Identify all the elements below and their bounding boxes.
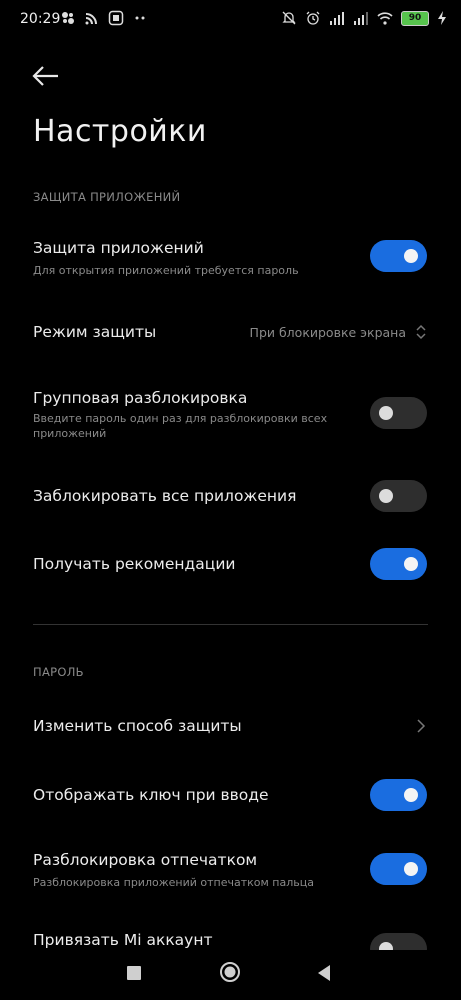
- recents-button[interactable]: [127, 966, 141, 980]
- alarm-icon: [306, 11, 320, 25]
- battery-icon: 90: [401, 10, 429, 26]
- lock-all-toggle[interactable]: [370, 480, 427, 512]
- charging-icon: [438, 11, 446, 25]
- app-icon: [108, 10, 124, 26]
- chevron-right-icon: [417, 719, 426, 733]
- row-app-protection[interactable]: Защита приложений Для открытия приложени…: [0, 230, 461, 290]
- cast-icon: [85, 13, 97, 25]
- signal-2-icon: [354, 12, 368, 25]
- row-title: Привязать Mi аккаунт: [33, 931, 213, 949]
- section-divider: [33, 624, 428, 625]
- section-header-app-protection: ЗАЩИТА ПРИЛОЖЕНИЙ: [33, 190, 181, 204]
- notification-icons: [60, 10, 148, 26]
- row-lock-all[interactable]: Заблокировать все приложения: [0, 480, 461, 512]
- row-subtitle: Для открытия приложений требуется пароль: [33, 264, 299, 277]
- status-bar: 20:29 90: [0, 0, 461, 42]
- row-title: Изменить способ защиты: [33, 717, 242, 735]
- back-arrow-icon[interactable]: [30, 60, 62, 92]
- section-header-password: ПАРОЛЬ: [33, 665, 84, 679]
- wifi-icon: [377, 12, 393, 25]
- system-icons: 90: [281, 10, 447, 26]
- row-subtitle: Разблокировка приложений отпечатком паль…: [33, 876, 314, 889]
- row-title: Заблокировать все приложения: [33, 487, 297, 505]
- app-protection-toggle[interactable]: [370, 240, 427, 272]
- page-title: Настройки: [33, 114, 207, 149]
- home-button[interactable]: [219, 961, 241, 983]
- toggle-knob: [379, 406, 393, 420]
- toggle-knob: [379, 489, 393, 503]
- toggle-knob: [404, 788, 418, 802]
- fingerprint-toggle[interactable]: [370, 853, 427, 885]
- row-title: Режим защиты: [33, 323, 157, 341]
- recommendations-toggle[interactable]: [370, 548, 427, 580]
- row-title: Групповая разблокировка: [33, 389, 248, 407]
- row-title: Разблокировка отпечатком: [33, 851, 258, 869]
- signal-icon: [330, 12, 344, 25]
- nav-back-button[interactable]: [316, 964, 332, 982]
- row-subtitle: Введите пароль один раз для разблокировк…: [33, 412, 328, 440]
- row-change-method[interactable]: Изменить способ защиты: [0, 710, 461, 742]
- toggle-knob: [404, 557, 418, 571]
- bell-off-icon: [282, 11, 296, 25]
- row-title: Отображать ключ при вводе: [33, 786, 269, 804]
- row-recommendations[interactable]: Получать рекомендации: [0, 548, 461, 580]
- row-protection-mode[interactable]: Режим защиты При блокировке экрана: [0, 310, 461, 355]
- show-key-toggle[interactable]: [370, 779, 427, 811]
- expand-icon: [416, 324, 426, 340]
- row-title: Защита приложений: [33, 239, 204, 257]
- row-show-key[interactable]: Отображать ключ при вводе: [0, 779, 461, 811]
- more-notifications-icon: [135, 16, 145, 20]
- row-title: Получать рекомендации: [33, 555, 236, 573]
- row-fingerprint[interactable]: Разблокировка отпечатком Разблокировка п…: [0, 845, 461, 905]
- protection-mode-value: При блокировке экрана: [249, 325, 406, 340]
- status-time: 20:29: [20, 11, 61, 27]
- row-group-unlock[interactable]: Групповая разблокировка Введите пароль о…: [0, 385, 461, 445]
- group-unlock-toggle[interactable]: [370, 397, 427, 429]
- app-notification-icon: [62, 12, 74, 24]
- toggle-knob: [404, 862, 418, 876]
- toggle-knob: [404, 249, 418, 263]
